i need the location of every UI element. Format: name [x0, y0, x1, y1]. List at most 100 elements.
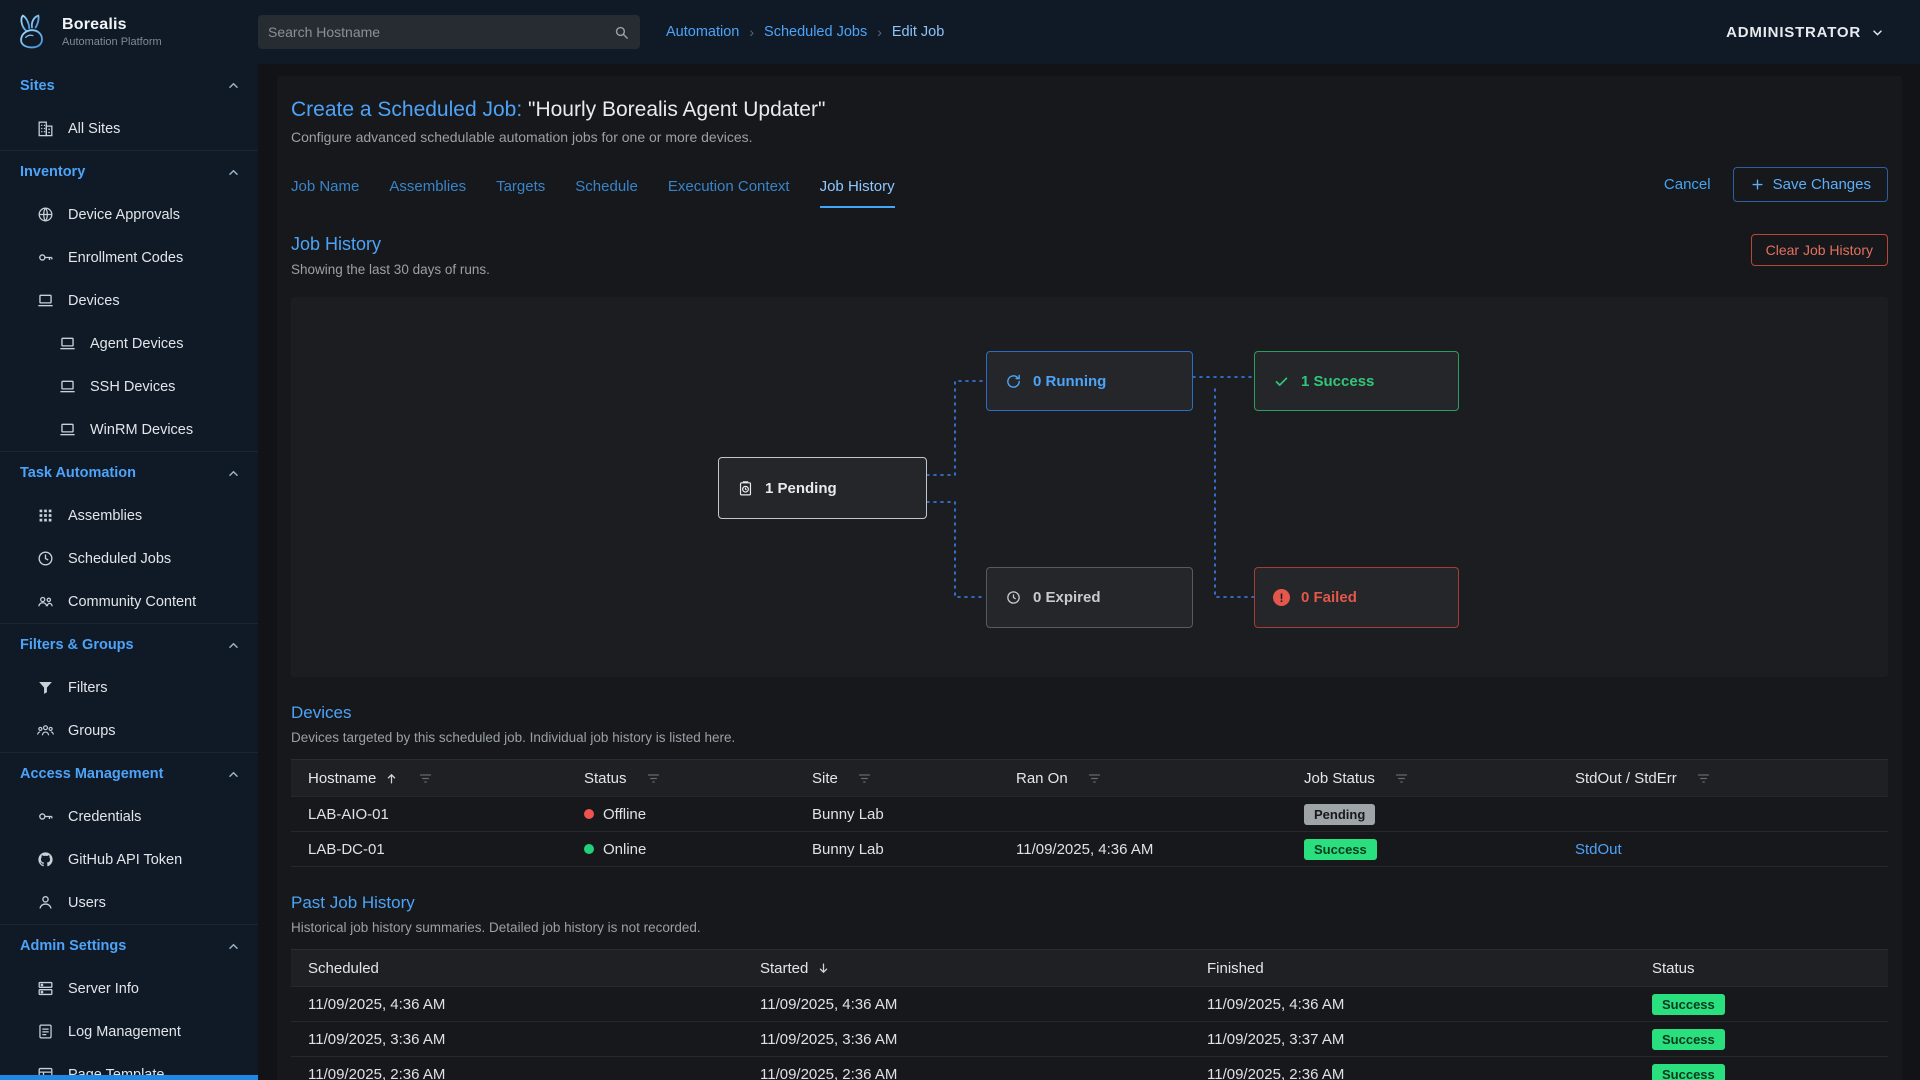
- chevron-up-icon: [225, 77, 242, 94]
- sidebar-item-all-sites[interactable]: All Sites: [0, 107, 258, 150]
- column-scheduled[interactable]: Scheduled: [308, 960, 760, 977]
- sidebar-item-device-approvals[interactable]: Device Approvals: [0, 193, 258, 236]
- breadcrumb-scheduled-jobs[interactable]: Scheduled Jobs: [764, 24, 867, 40]
- groups-icon: [36, 721, 55, 740]
- online-dot-icon: [584, 844, 594, 854]
- borealis-rabbit-logo: [12, 12, 52, 52]
- clear-job-history-button[interactable]: Clear Job History: [1751, 234, 1888, 266]
- page-title: Create a Scheduled Job: "Hourly Borealis…: [291, 98, 1888, 122]
- filter-list-icon[interactable]: [856, 770, 873, 787]
- tab-job-history[interactable]: Job History: [820, 178, 895, 208]
- sidebar-section-access-management[interactable]: Access Management: [0, 752, 258, 795]
- sidebar-item-server-info[interactable]: Server Info: [0, 967, 258, 1010]
- column-finished[interactable]: Finished: [1207, 960, 1652, 977]
- past-job-history-table: Scheduled Started Finished Status 11/09/…: [291, 949, 1888, 1080]
- breadcrumb-separator: ›: [877, 24, 882, 40]
- tab-job-name[interactable]: Job Name: [291, 178, 359, 208]
- column-stdout-stderr[interactable]: StdOut / StdErr: [1575, 770, 1888, 787]
- node-expired[interactable]: 0 Expired: [986, 567, 1193, 628]
- sidebar-item-enrollment-codes[interactable]: Enrollment Codes: [0, 236, 258, 279]
- search-icon[interactable]: [613, 24, 630, 41]
- tab-execution-context[interactable]: Execution Context: [668, 178, 790, 208]
- column-status[interactable]: Status: [1652, 960, 1888, 977]
- stdout-link[interactable]: StdOut: [1575, 841, 1622, 858]
- user-menu[interactable]: ADMINISTRATOR: [1726, 24, 1886, 41]
- sidebar-item-devices[interactable]: Devices: [0, 279, 258, 322]
- tab-assemblies[interactable]: Assemblies: [389, 178, 466, 208]
- history-row: 11/09/2025, 2:36 AM 11/09/2025, 2:36 AM …: [291, 1057, 1888, 1080]
- filter-list-icon[interactable]: [1393, 770, 1410, 787]
- node-failed[interactable]: ! 0 Failed: [1254, 567, 1459, 628]
- sort-asc-icon[interactable]: [384, 771, 399, 786]
- site-cell: Bunny Lab: [812, 806, 1016, 823]
- tab-targets[interactable]: Targets: [496, 178, 545, 208]
- sort-desc-icon[interactable]: [816, 961, 831, 976]
- brand-subtitle: Automation Platform: [62, 36, 162, 48]
- brand: Borealis Automation Platform: [0, 12, 258, 52]
- cancel-button[interactable]: Cancel: [1664, 176, 1711, 193]
- sidebar-item-credentials[interactable]: Credentials: [0, 795, 258, 838]
- status-badge: Success: [1652, 1064, 1725, 1080]
- sidebar-section-inventory[interactable]: Inventory: [0, 150, 258, 193]
- search-input[interactable]: [268, 24, 613, 40]
- save-changes-button[interactable]: Save Changes: [1733, 167, 1888, 202]
- sidebar-item-ssh-devices[interactable]: SSH Devices: [0, 365, 258, 408]
- chevron-up-icon: [225, 164, 242, 181]
- user-icon: [36, 893, 55, 912]
- chevron-up-icon: [225, 465, 242, 482]
- laptop-icon: [58, 420, 77, 439]
- funnel-icon: [36, 678, 55, 697]
- sidebar-item-filters[interactable]: Filters: [0, 666, 258, 709]
- sidebar-item-github-api-token[interactable]: GitHub API Token: [0, 838, 258, 881]
- job-history-heading: Job History: [291, 234, 490, 255]
- column-status[interactable]: Status: [584, 770, 812, 787]
- site-cell: Bunny Lab: [812, 841, 1016, 858]
- sidebar-section-sites[interactable]: Sites: [0, 64, 258, 107]
- sidebar-scrollbar[interactable]: [0, 1075, 258, 1080]
- status-badge: Success: [1652, 994, 1725, 1015]
- sidebar-item-scheduled-jobs[interactable]: Scheduled Jobs: [0, 537, 258, 580]
- node-success[interactable]: 1 Success: [1254, 351, 1459, 411]
- server-icon: [36, 979, 55, 998]
- topbar: Borealis Automation Platform Automation …: [0, 0, 1920, 64]
- status-badge: Success: [1304, 839, 1377, 860]
- column-job-status[interactable]: Job Status: [1304, 770, 1575, 787]
- column-site[interactable]: Site: [812, 770, 1016, 787]
- laptop-icon: [36, 291, 55, 310]
- chevron-up-icon: [225, 766, 242, 783]
- grid-icon: [36, 506, 55, 525]
- column-started[interactable]: Started: [760, 960, 1207, 977]
- key-icon: [36, 248, 55, 267]
- node-running[interactable]: 0 Running: [986, 351, 1193, 411]
- sidebar-item-log-management[interactable]: Log Management: [0, 1010, 258, 1053]
- filter-list-icon[interactable]: [1086, 770, 1103, 787]
- clock-icon: [1005, 589, 1022, 606]
- column-hostname[interactable]: Hostname: [308, 770, 584, 787]
- history-row: 11/09/2025, 4:36 AM 11/09/2025, 4:36 AM …: [291, 987, 1888, 1022]
- sidebar-item-winrm-devices[interactable]: WinRM Devices: [0, 408, 258, 451]
- breadcrumb-edit-job[interactable]: Edit Job: [892, 24, 944, 40]
- globe-icon: [36, 205, 55, 224]
- column-ran-on[interactable]: Ran On: [1016, 770, 1304, 787]
- sidebar-item-users[interactable]: Users: [0, 881, 258, 924]
- sidebar-item-community-content[interactable]: Community Content: [0, 580, 258, 623]
- sidebar-item-agent-devices[interactable]: Agent Devices: [0, 322, 258, 365]
- sidebar-item-assemblies[interactable]: Assemblies: [0, 494, 258, 537]
- filter-list-icon[interactable]: [1695, 770, 1712, 787]
- device-row-lab-aio-01: LAB-AIO-01 Offline Bunny Lab Pending: [291, 797, 1888, 832]
- page-title-prefix: Create a Scheduled Job:: [291, 98, 522, 121]
- node-pending[interactable]: 1 Pending: [718, 457, 927, 519]
- ran-on-cell: 11/09/2025, 4:36 AM: [1016, 841, 1304, 858]
- filter-list-icon[interactable]: [417, 770, 434, 787]
- sidebar: Sites All Sites Inventory Device Approva…: [0, 64, 258, 1080]
- sidebar-section-admin-settings[interactable]: Admin Settings: [0, 924, 258, 967]
- tab-schedule[interactable]: Schedule: [575, 178, 638, 208]
- breadcrumb-automation[interactable]: Automation: [666, 24, 739, 40]
- content-card: Create a Scheduled Job: "Hourly Borealis…: [277, 76, 1902, 1080]
- github-icon: [36, 850, 55, 869]
- sidebar-section-filters-groups[interactable]: Filters & Groups: [0, 623, 258, 666]
- sidebar-section-task-automation[interactable]: Task Automation: [0, 451, 258, 494]
- filter-list-icon[interactable]: [645, 770, 662, 787]
- chevron-up-icon: [225, 938, 242, 955]
- sidebar-item-groups[interactable]: Groups: [0, 709, 258, 752]
